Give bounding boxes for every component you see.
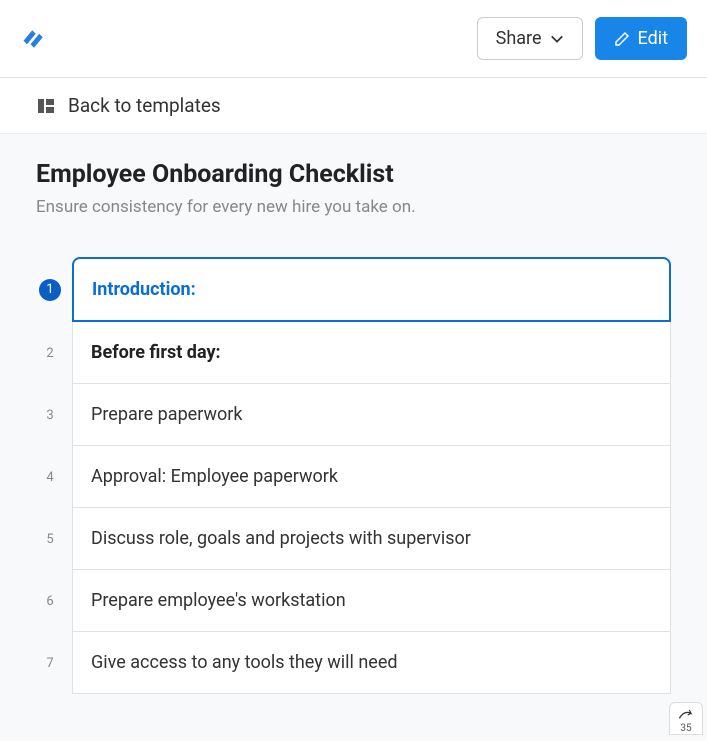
logo[interactable] (20, 25, 48, 53)
step-card[interactable]: Introduction: (72, 257, 671, 322)
step-card[interactable]: Before first day: (72, 322, 671, 384)
step-number: 3 (36, 408, 64, 423)
step-card[interactable]: Give access to any tools they will need (72, 632, 671, 694)
step-card[interactable]: Prepare paperwork (72, 384, 671, 446)
floating-share-widget[interactable]: 35 (669, 702, 703, 735)
header: Share Edit (0, 0, 707, 78)
checklist-row: 1 Introduction: (36, 257, 671, 322)
checklist-row: 5 Discuss role, goals and projects with s… (36, 508, 671, 570)
edit-button-label: Edit (638, 28, 668, 49)
edit-button[interactable]: Edit (595, 17, 687, 60)
share-arrow-icon (676, 707, 696, 723)
pencil-icon (614, 31, 630, 47)
checklist: 1 Introduction: 2 Before first day: 3 Prepare… (36, 257, 671, 694)
checklist-row: 4 Approval: Employee paperwork (36, 446, 671, 508)
chevron-down-icon (550, 32, 564, 46)
step-number: 2 (36, 346, 64, 361)
step-number: 1 (39, 279, 61, 301)
step-card[interactable]: Prepare employee's workstation (72, 570, 671, 632)
step-card[interactable]: Discuss role, goals and projects with su… (72, 508, 671, 570)
step-number: 4 (36, 470, 64, 485)
templates-icon (36, 96, 56, 116)
share-count: 35 (680, 723, 691, 734)
back-to-templates[interactable]: Back to templates (0, 78, 707, 134)
header-actions: Share Edit (477, 17, 687, 60)
checklist-row: 6 Prepare employee's workstation (36, 570, 671, 632)
step-card[interactable]: Approval: Employee paperwork (72, 446, 671, 508)
checklist-row: 2 Before first day: (36, 322, 671, 384)
checklist-row: 3 Prepare paperwork (36, 384, 671, 446)
step-number: 7 (36, 656, 64, 671)
step-number: 5 (36, 532, 64, 547)
checklist-row: 7 Give access to any tools they will need (36, 632, 671, 694)
share-button-label: Share (496, 28, 542, 49)
page-description: Ensure consistency for every new hire yo… (36, 197, 671, 217)
back-label: Back to templates (68, 94, 221, 117)
share-button[interactable]: Share (477, 17, 583, 60)
content-area: Employee Onboarding Checklist Ensure con… (0, 134, 707, 741)
step-number: 6 (36, 594, 64, 609)
page-title: Employee Onboarding Checklist (36, 160, 671, 189)
logo-icon (20, 25, 48, 53)
